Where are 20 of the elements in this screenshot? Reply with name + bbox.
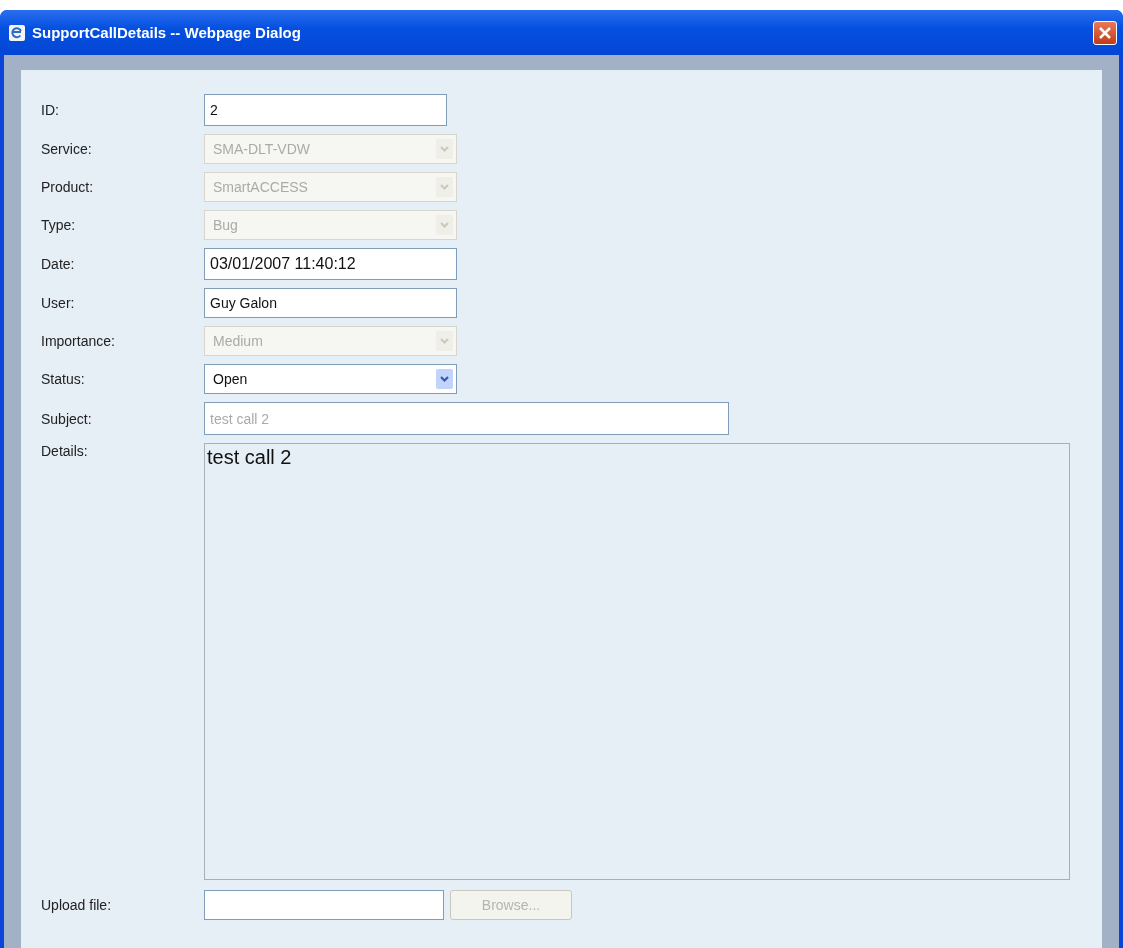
browser-icon	[8, 23, 26, 42]
field-label: ID:	[41, 102, 60, 118]
file-path-field[interactable]	[204, 890, 444, 920]
field-label: Importance:	[41, 333, 116, 349]
dropdown[interactable]: Open	[204, 364, 457, 394]
text-field[interactable]: 03/01/2007 11:40:12	[204, 248, 457, 280]
details-field[interactable]: test call 2	[204, 443, 1070, 880]
field-label: Status:	[41, 371, 86, 387]
field-label: Subject:	[41, 410, 93, 427]
field-label: Type:	[41, 217, 77, 233]
field-label: Date:	[41, 256, 76, 272]
close-button[interactable]	[1093, 20, 1117, 45]
text-field[interactable]: 2	[204, 94, 447, 126]
field-label: Upload file:	[41, 897, 113, 913]
window-title: SupportCallDetails -- Webpage Dialog	[32, 24, 302, 41]
field-label: Details:	[41, 443, 89, 459]
field-label: Service:	[41, 141, 93, 157]
field-label: Product:	[41, 179, 95, 195]
field-label: User:	[41, 295, 76, 311]
text-field[interactable]: Guy Galon	[204, 288, 457, 318]
